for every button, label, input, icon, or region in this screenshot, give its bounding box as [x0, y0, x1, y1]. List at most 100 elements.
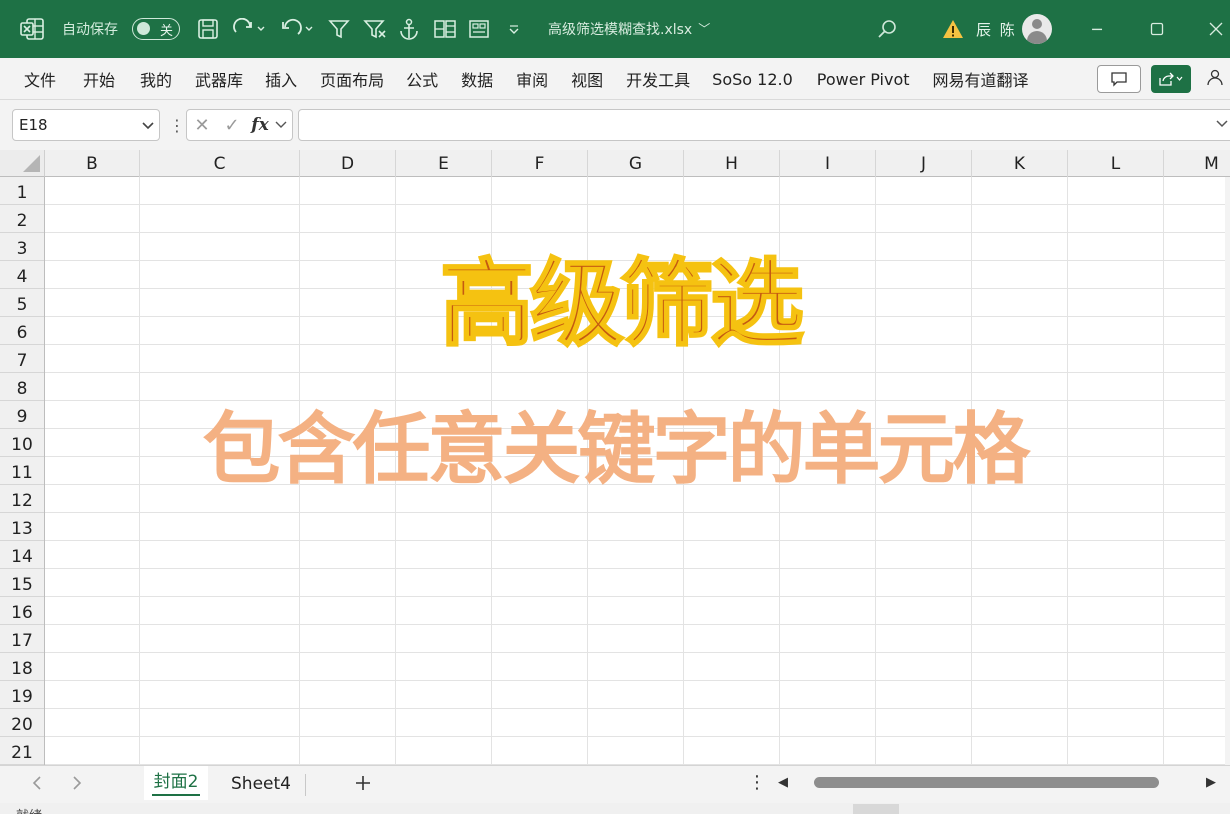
comments-button[interactable]: [1097, 65, 1141, 93]
redo-icon[interactable]: [232, 14, 266, 44]
horizontal-scroll-thumb[interactable]: [814, 777, 1159, 788]
tab-divider: [305, 774, 306, 796]
autosave-toggle[interactable]: 关: [132, 18, 180, 40]
share-button[interactable]: [1151, 65, 1191, 93]
row-header-18[interactable]: 18: [0, 653, 44, 681]
chevron-down-icon[interactable]: [141, 110, 155, 151]
chevron-down-icon[interactable]: ﹀: [698, 14, 710, 44]
tab-file[interactable]: 文件: [24, 67, 56, 91]
add-sheet-button[interactable]: [354, 769, 372, 803]
row-header-20[interactable]: 20: [0, 709, 44, 737]
gridline-vertical: [139, 177, 140, 765]
column-header-f[interactable]: F: [492, 150, 588, 177]
warning-icon[interactable]: [942, 14, 964, 44]
column-header-g[interactable]: G: [588, 150, 684, 177]
tab-review[interactable]: 审阅: [516, 67, 548, 91]
tab-youdao-translate[interactable]: 网易有道翻译: [933, 67, 1029, 91]
close-icon[interactable]: [1196, 14, 1230, 44]
more-options-icon[interactable]: ⋮: [169, 116, 185, 135]
formula-bar: E18 ⋮ ✕ ✓ fx: [0, 100, 1230, 150]
row-header-5[interactable]: 5: [0, 289, 44, 317]
cell-style-icon[interactable]: [433, 14, 457, 44]
scroll-tabs-right-icon[interactable]: [70, 772, 84, 799]
horizontal-scrollbar[interactable]: [800, 777, 1200, 789]
insert-function-icon[interactable]: fx: [247, 115, 273, 135]
row-header-11[interactable]: 11: [0, 457, 44, 485]
anchor-icon[interactable]: [398, 14, 420, 44]
row-header-16[interactable]: 16: [0, 597, 44, 625]
maximize-icon[interactable]: [1137, 14, 1177, 44]
row-header-15[interactable]: 15: [0, 569, 44, 597]
save-icon[interactable]: [197, 14, 219, 44]
document-title[interactable]: 高级筛选模糊查找.xlsx: [548, 19, 692, 39]
scroll-right-icon[interactable]: ▶: [1206, 775, 1216, 790]
expand-formula-icon[interactable]: [1215, 108, 1229, 142]
formula-input[interactable]: [298, 109, 1230, 141]
scroll-left-icon[interactable]: ◀: [778, 775, 788, 790]
gridline-horizontal: [45, 512, 1230, 513]
row-header-1[interactable]: 1: [0, 177, 44, 205]
tab-power-pivot[interactable]: Power Pivot: [817, 70, 910, 89]
people-icon[interactable]: [1206, 68, 1226, 92]
column-header-h[interactable]: H: [684, 150, 780, 177]
column-header-l[interactable]: L: [1068, 150, 1164, 177]
undo-icon[interactable]: [280, 14, 314, 44]
row-header-4[interactable]: 4: [0, 261, 44, 289]
column-header-d[interactable]: D: [300, 150, 396, 177]
tab-insert[interactable]: 插入: [265, 67, 297, 91]
row-header-2[interactable]: 2: [0, 205, 44, 233]
column-header-i[interactable]: I: [780, 150, 876, 177]
search-icon[interactable]: [876, 14, 898, 44]
tab-formulas[interactable]: 公式: [406, 67, 438, 91]
row-header-12[interactable]: 12: [0, 485, 44, 513]
page-break-view-button[interactable]: [955, 804, 1001, 814]
user-name[interactable]: 辰 陈: [976, 19, 1017, 40]
row-header-17[interactable]: 17: [0, 625, 44, 653]
chevron-down-icon[interactable]: [273, 118, 289, 132]
row-header-9[interactable]: 9: [0, 401, 44, 429]
avatar[interactable]: [1022, 14, 1052, 44]
tab-home[interactable]: 开始: [83, 67, 115, 91]
row-header-14[interactable]: 14: [0, 541, 44, 569]
row-header-7[interactable]: 7: [0, 345, 44, 373]
scroll-tabs-left-icon[interactable]: [30, 772, 44, 799]
normal-view-button[interactable]: [853, 804, 899, 814]
row-header-8[interactable]: 8: [0, 373, 44, 401]
customize-qat-icon[interactable]: [507, 14, 521, 44]
excel-logo-icon[interactable]: [20, 14, 44, 44]
row-header-19[interactable]: 19: [0, 681, 44, 709]
column-header-c[interactable]: C: [140, 150, 300, 177]
row-header-21[interactable]: 21: [0, 737, 44, 765]
active-tab-indicator: [152, 794, 200, 796]
gridline-vertical: [1067, 177, 1068, 765]
column-header-m[interactable]: M: [1164, 150, 1230, 177]
clear-filter-icon[interactable]: [363, 14, 387, 44]
tab-developer[interactable]: 开发工具: [626, 67, 690, 91]
status-bar: 就绪: [0, 803, 1230, 814]
filter-icon[interactable]: [328, 14, 350, 44]
more-options-icon[interactable]: ⋮: [748, 772, 766, 793]
column-header-b[interactable]: B: [45, 150, 140, 177]
row-header-13[interactable]: 13: [0, 513, 44, 541]
tab-data[interactable]: 数据: [461, 67, 493, 91]
tab-page-layout[interactable]: 页面布局: [320, 67, 384, 91]
tab-arsenal[interactable]: 武器库: [195, 67, 243, 91]
minimize-icon[interactable]: ─: [1077, 14, 1117, 44]
tab-view[interactable]: 视图: [571, 67, 603, 91]
tab-soso[interactable]: SoSo 12.0: [712, 70, 793, 89]
vertical-scrollbar[interactable]: [1225, 177, 1230, 765]
row-header-6[interactable]: 6: [0, 317, 44, 345]
check-icon[interactable]: ✓: [217, 115, 247, 136]
form-icon[interactable]: [468, 14, 490, 44]
row-header-3[interactable]: 3: [0, 233, 44, 261]
sheet-tab-sheet4[interactable]: Sheet4: [218, 766, 304, 800]
column-header-j[interactable]: J: [876, 150, 972, 177]
tab-mine[interactable]: 我的: [140, 67, 172, 91]
column-header-e[interactable]: E: [396, 150, 492, 177]
column-header-k[interactable]: K: [972, 150, 1068, 177]
page-layout-view-button[interactable]: [905, 804, 951, 814]
cancel-icon[interactable]: ✕: [187, 115, 217, 136]
name-box[interactable]: E18: [12, 109, 160, 141]
row-header-10[interactable]: 10: [0, 429, 44, 457]
select-all-button[interactable]: [0, 150, 45, 177]
